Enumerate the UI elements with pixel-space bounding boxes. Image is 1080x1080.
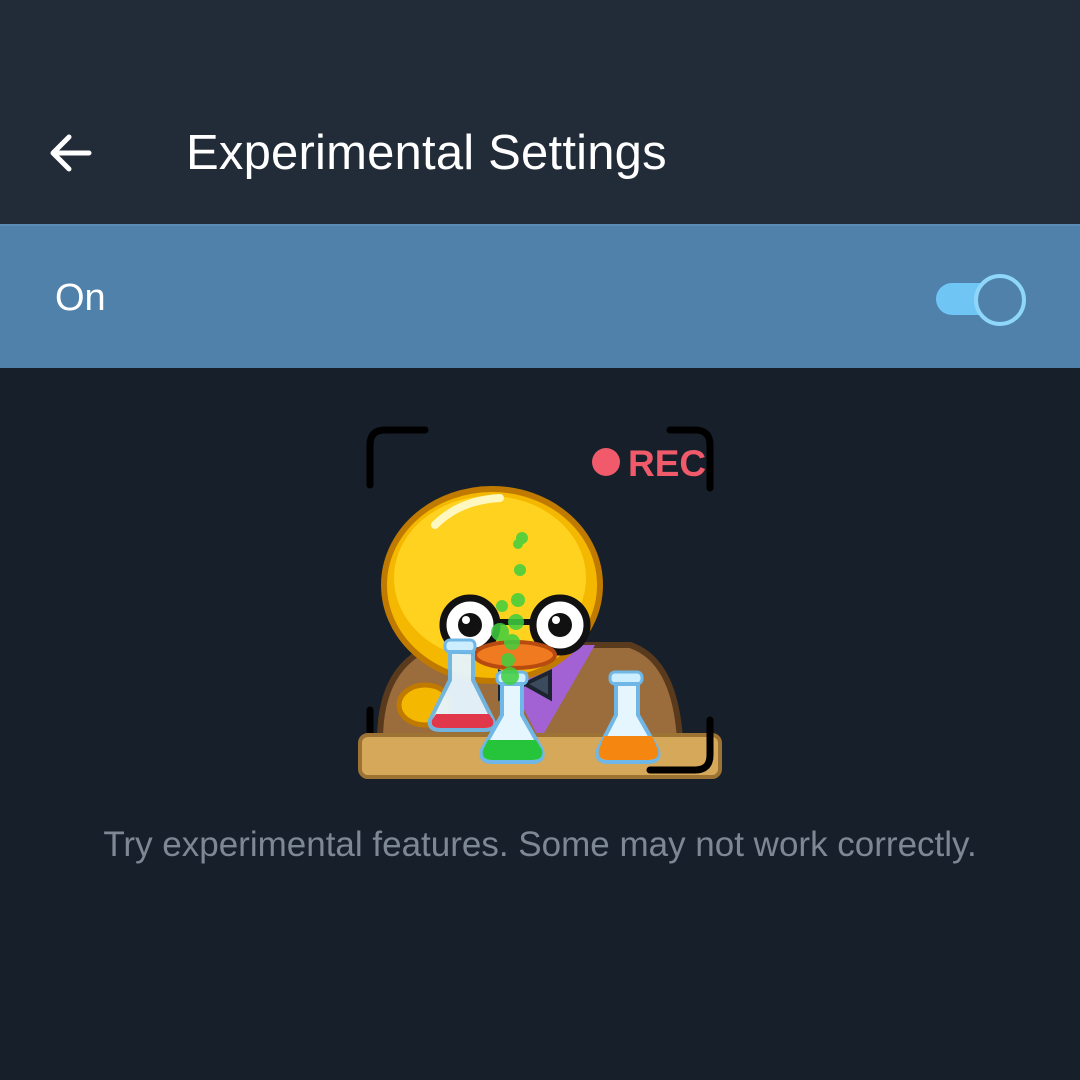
- experimental-settings-screen: Experimental Settings On REC Try experim…: [0, 0, 1080, 1080]
- rec-dot-icon: [592, 448, 620, 476]
- frame-corner-top-left: [366, 426, 429, 489]
- experimental-toggle-row[interactable]: On: [0, 224, 1080, 368]
- description-text: Try experimental features. Some may not …: [103, 825, 977, 864]
- sticker-illustration: REC: [358, 426, 722, 779]
- arrow-left-icon: [50, 134, 92, 172]
- app-bar: Experimental Settings: [0, 0, 1080, 224]
- scientist-duck-sticker: REC: [340, 410, 740, 800]
- back-button[interactable]: [36, 118, 106, 188]
- toggle-label: On: [55, 277, 106, 319]
- page-title: Experimental Settings: [186, 126, 667, 180]
- experimental-switch[interactable]: [934, 274, 1026, 326]
- switch-knob: [974, 274, 1026, 326]
- rec-label: REC: [628, 443, 706, 484]
